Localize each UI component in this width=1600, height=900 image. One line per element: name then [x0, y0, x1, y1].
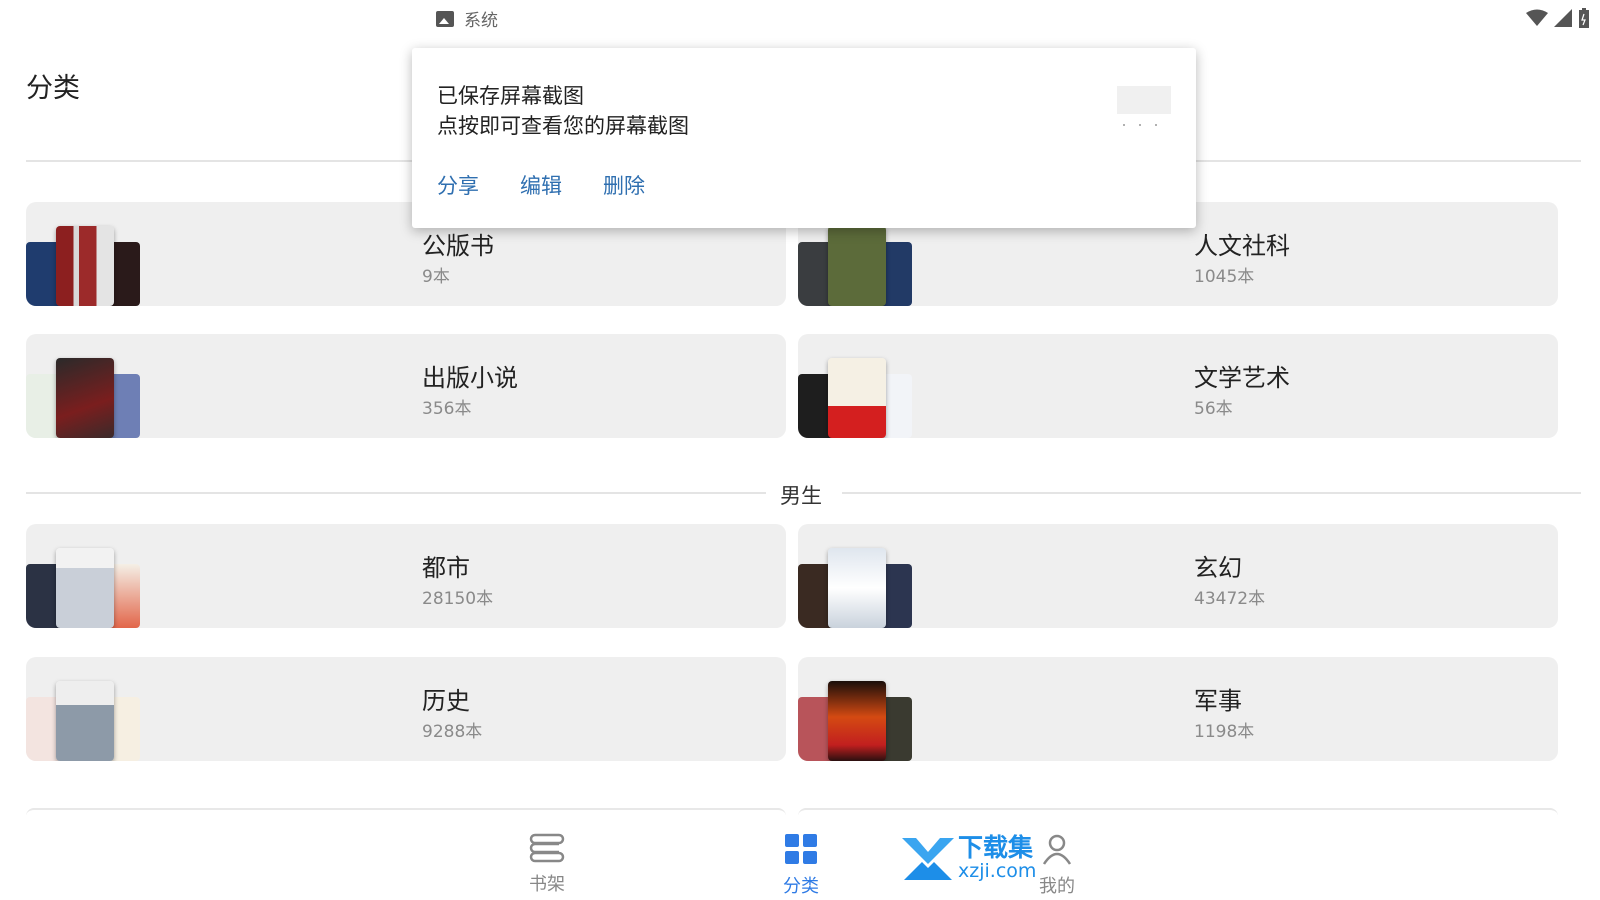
book-cover — [828, 681, 886, 761]
book-cover — [828, 548, 886, 628]
nav-label: 分类 — [783, 876, 819, 897]
category-title: 玄幻 — [1194, 554, 1242, 582]
nav-categories[interactable]: 分类 — [756, 832, 846, 898]
nav-label: 书架 — [529, 874, 565, 895]
category-card-literature-art[interactable]: 文学艺术 56本 — [798, 334, 1558, 438]
category-count: 9288本 — [422, 722, 483, 742]
battery-icon — [1579, 8, 1589, 28]
cover-stack — [26, 681, 141, 761]
section-label-male: 男生 — [780, 484, 822, 508]
notification-title: 已保存屏幕截图 — [437, 84, 584, 108]
status-bar: 系统 — [0, 0, 1600, 36]
category-title: 公版书 — [422, 232, 494, 260]
category-count: 1198本 — [1194, 722, 1255, 742]
cover-stack — [26, 226, 141, 306]
category-count: 28150本 — [422, 589, 494, 609]
signal-icon — [1554, 9, 1572, 27]
category-card-published-novels[interactable]: 出版小说 356本 — [26, 334, 786, 438]
category-title: 人文社科 — [1194, 232, 1290, 260]
screenshot-notification[interactable]: 已保存屏幕截图 点按即可查看您的屏幕截图 分享 编辑 删除 — [412, 48, 1196, 228]
nav-bookshelf[interactable]: 书架 — [502, 832, 592, 896]
system-notification-indicator: 系统 — [436, 6, 498, 31]
delete-button[interactable]: 删除 — [603, 170, 645, 200]
book-cover — [56, 226, 114, 306]
cover-stack — [798, 681, 913, 761]
watermark-logo — [902, 838, 954, 880]
card-peek — [26, 808, 786, 816]
book-cover — [56, 548, 114, 628]
category-count: 43472本 — [1194, 589, 1266, 609]
wifi-icon — [1526, 9, 1548, 26]
notification-body: 点按即可查看您的屏幕截图 — [437, 114, 689, 138]
watermark: 下载集 xzji.com — [900, 824, 1090, 890]
category-title: 历史 — [422, 687, 470, 715]
status-icons — [1526, 8, 1590, 28]
categories-grid-icon — [785, 834, 817, 864]
cover-stack — [798, 358, 913, 438]
section-divider-right — [842, 492, 1581, 494]
category-card-urban[interactable]: 都市 28150本 — [26, 524, 786, 628]
category-card-history[interactable]: 历史 9288本 — [26, 657, 786, 761]
cover-stack — [26, 358, 141, 438]
section-divider-left — [26, 492, 766, 494]
category-count: 56本 — [1194, 399, 1233, 419]
category-title: 文学艺术 — [1194, 364, 1290, 392]
cover-stack — [798, 548, 913, 628]
bottom-nav: 书架 分类 我的 — [0, 820, 1600, 900]
card-peek — [798, 808, 1558, 816]
category-title: 都市 — [422, 554, 470, 582]
share-button[interactable]: 分享 — [437, 170, 479, 200]
page-title: 分类 — [26, 73, 80, 104]
category-count: 356本 — [422, 399, 472, 419]
watermark-url: xzji.com — [958, 860, 1037, 882]
edit-button[interactable]: 编辑 — [520, 170, 562, 200]
notification-app-label: 系统 — [464, 11, 498, 31]
image-icon — [436, 10, 454, 27]
category-count: 1045本 — [1194, 267, 1255, 287]
screenshot-thumbnail[interactable] — [1117, 86, 1171, 114]
book-cover — [56, 358, 114, 438]
category-title: 出版小说 — [422, 364, 518, 392]
book-cover — [828, 226, 886, 306]
category-title: 军事 — [1194, 687, 1242, 715]
watermark-text: 下载集 — [958, 833, 1034, 862]
cover-stack — [798, 226, 913, 306]
book-cover — [56, 681, 114, 761]
category-card-fantasy[interactable]: 玄幻 43472本 — [798, 524, 1558, 628]
cover-stack — [26, 548, 141, 628]
category-card-military[interactable]: 军事 1198本 — [798, 657, 1558, 761]
thumbnail-detail — [1123, 124, 1157, 126]
book-cover — [828, 358, 886, 438]
category-count: 9本 — [422, 267, 450, 287]
bookshelf-icon — [529, 833, 565, 863]
